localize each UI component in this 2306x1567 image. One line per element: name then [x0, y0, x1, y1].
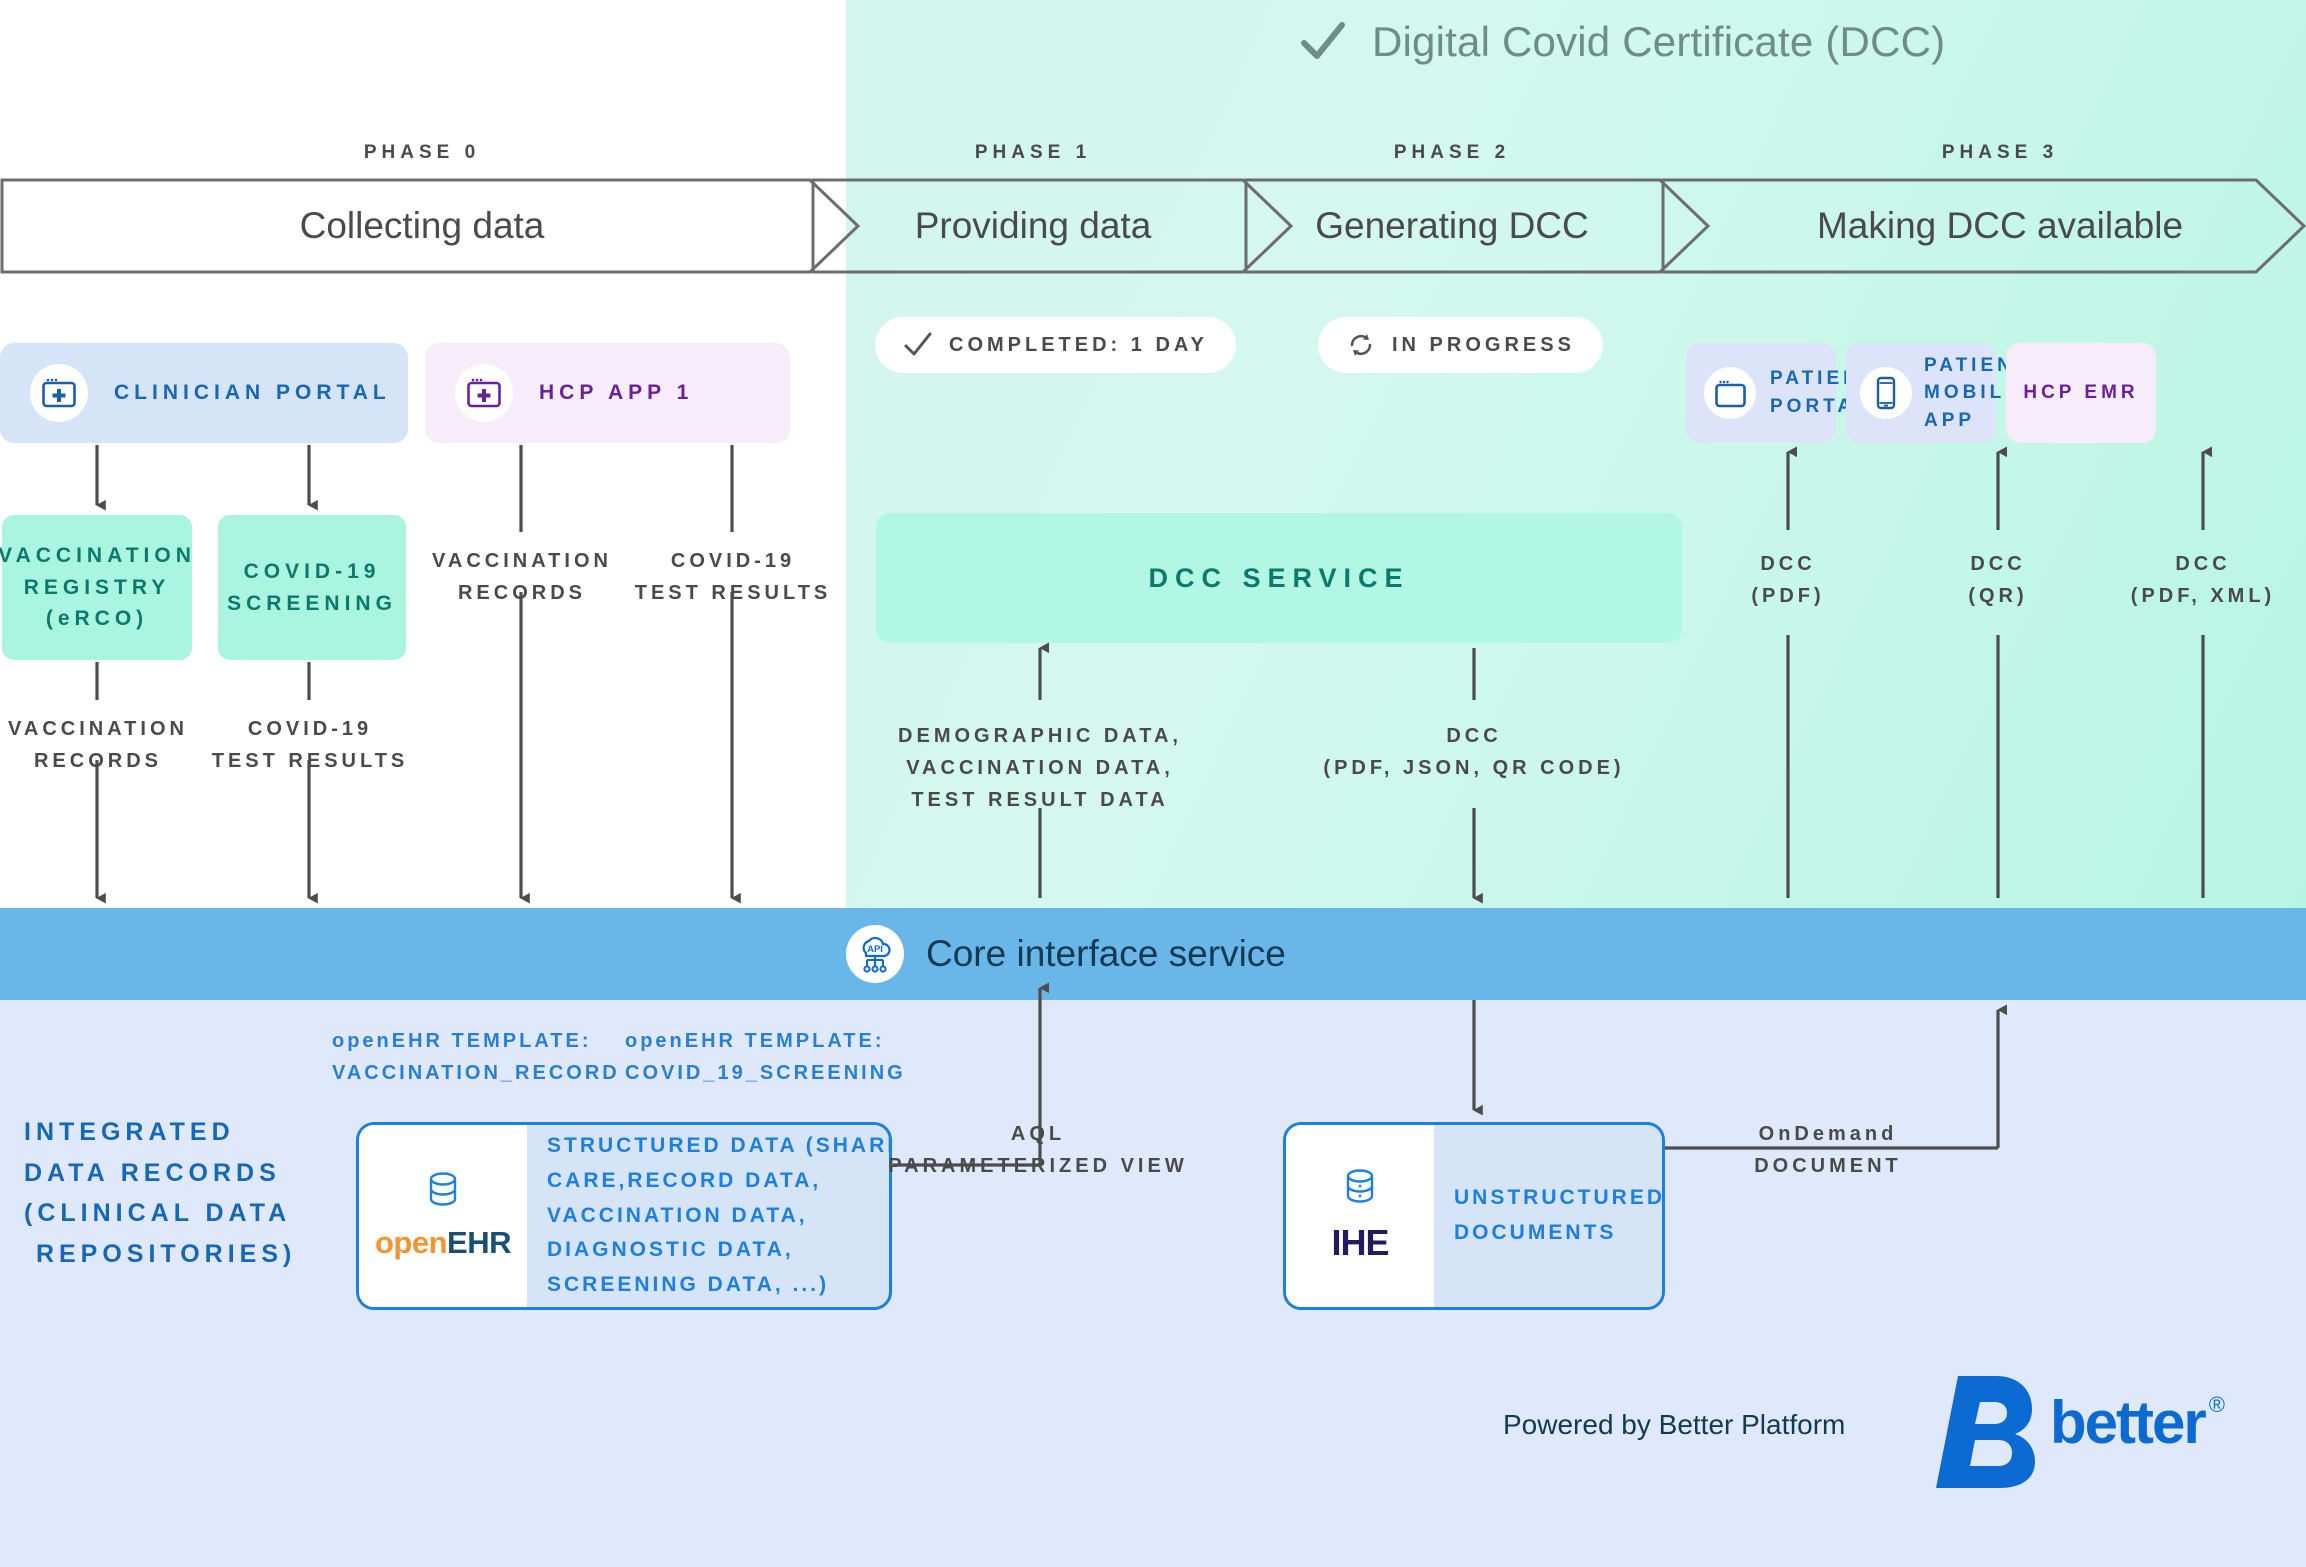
diagram-canvas: Digital Covid Certificate (DCC) PHASE 0 … — [0, 0, 2306, 1567]
powered-by-label: Powered by Better Platform — [1503, 1409, 1846, 1440]
browser-plus-icon — [455, 364, 513, 422]
phase-tag-0: PHASE 0 — [363, 142, 481, 163]
registry-covid-screening-label: COVID-19 SCREENING — [227, 560, 397, 615]
repository-ihe-text: UNSTRUCTURED DOCUMENTS — [1454, 1186, 1665, 1244]
diagram-title: Digital Covid Certificate (DCC) — [1300, 18, 1945, 66]
repository-openehr-logo: openEHR — [359, 1125, 527, 1307]
template-caption-vaccination-record: openEHR TEMPLATE: VACCINATION_RECORD — [332, 1030, 620, 1084]
app-card-patient-mobile-app[interactable]: PATIENT MOBILE APP — [1846, 343, 2026, 443]
database-icon — [1346, 1169, 1374, 1203]
flow-label-vaccination-records-registry: VACCINATION RECORDS — [8, 718, 188, 772]
repository-ihe-body: UNSTRUCTURED DOCUMENTS — [1434, 1125, 1665, 1307]
flow-label-covid-test-results-registry: COVID-19 TEST RESULTS — [211, 718, 409, 772]
core-interface-service-label: Core interface service — [926, 933, 1286, 974]
better-b-mark — [1922, 1372, 2042, 1497]
app-card-clinician-portal[interactable]: CLINICIAN PORTAL — [0, 343, 408, 443]
phase-tag-3: PHASE 3 — [1941, 142, 2059, 163]
flow-label-dcc-pdf-xml: DCC (PDF, XML) — [2130, 553, 2276, 607]
core-interface-service: API Core interface service — [846, 908, 1286, 1000]
status-label-in-progress: IN PROGRESS — [1392, 333, 1575, 356]
api-cloud-icon: API — [846, 925, 904, 983]
svg-text:API: API — [867, 944, 883, 955]
status-badge-in-progress: IN PROGRESS — [1318, 317, 1603, 373]
status-badge-completed: COMPLETED: 1 DAY — [875, 317, 1236, 373]
phase-tag-1: PHASE 1 — [974, 142, 1092, 163]
phase-tag-2: PHASE 2 — [1393, 142, 1511, 163]
better-wordmark-text: better — [2050, 1389, 2207, 1456]
openehr-logo-ehr: EHR — [447, 1225, 511, 1260]
registry-covid-screening: COVID-19 SCREENING — [218, 515, 406, 660]
repository-openehr-text: STRUCTURED DATA (SHARED CARE,RECORD DATA… — [547, 1134, 889, 1296]
flow-label-to-dcc-service: DEMOGRAPHIC DATA, VACCINATION DATA, TEST… — [898, 725, 1182, 811]
flow-label-dcc-pdf: DCC (PDF) — [1751, 553, 1825, 607]
check-icon — [904, 332, 932, 356]
check-icon — [1301, 22, 1345, 59]
repository-ihe-logo: IHE — [1286, 1125, 1434, 1307]
better-wordmark: better ® — [2050, 1388, 2225, 1457]
dcc-service-label: DCC SERVICE — [1148, 562, 1410, 593]
phase-name-1: Providing data — [914, 205, 1152, 246]
app-card-hcp-emr[interactable]: HCP EMR — [2006, 343, 2156, 443]
phase-name-0: Collecting data — [299, 205, 545, 246]
flow-label-dcc-qr: DCC (QR) — [1968, 553, 2028, 607]
database-icon — [429, 1172, 457, 1206]
refresh-icon — [1350, 334, 1372, 356]
app-card-hcp-app-1[interactable]: HCP APP 1 — [425, 343, 790, 443]
app-label-hcp-app-1: HCP APP 1 — [539, 380, 694, 404]
app-label-clinician-portal: CLINICIAN PORTAL — [114, 380, 391, 404]
repository-openehr: openEHR STRUCTURED DATA (SHARED CARE,REC… — [356, 1122, 892, 1310]
openehr-logo-open: open — [374, 1225, 448, 1260]
template-caption-covid-screening: openEHR TEMPLATE: COVID_19_SCREENING — [625, 1030, 906, 1084]
page-title: Digital Covid Certificate (DCC) — [1372, 18, 1946, 65]
phase-name-3: Making DCC available — [1816, 205, 2184, 246]
repository-ihe: IHE UNSTRUCTURED DOCUMENTS — [1283, 1122, 1665, 1310]
ihe-logo-text: IHE — [1331, 1222, 1389, 1263]
app-card-patient-portal[interactable]: PATIENT PORTAL — [1686, 343, 1872, 443]
idr-heading: INTEGRATED DATA RECORDS (CLINICAL DATA R… — [24, 1118, 297, 1268]
flow-label-from-dcc-service: DCC (PDF, JSON, QR CODE) — [1323, 725, 1625, 779]
flow-label-aql-parameterized-view: AQL PARAMETERIZED VIEW — [888, 1123, 1188, 1177]
repository-openehr-body: STRUCTURED DATA (SHARED CARE,RECORD DATA… — [527, 1125, 889, 1307]
flow-label-vaccination-records-hcp: VACCINATION RECORDS — [432, 550, 612, 604]
registered-mark: ® — [2208, 1392, 2225, 1417]
app-label-hcp-emr: HCP EMR — [2023, 382, 2139, 404]
phase-name-2: Generating DCC — [1315, 205, 1589, 246]
dcc-service-box: DCC SERVICE — [876, 513, 1682, 643]
browser-icon — [1704, 367, 1756, 419]
registry-vaccination-label: VACCINATION REGISTRY (eRCO) — [0, 544, 196, 631]
flow-label-ondemand-document: OnDemand DOCUMENT — [1754, 1123, 1902, 1177]
flow-label-covid-test-results-hcp: COVID-19 TEST RESULTS — [634, 550, 832, 604]
mobile-icon — [1860, 367, 1912, 419]
browser-plus-icon — [30, 364, 88, 422]
registry-vaccination: VACCINATION REGISTRY (eRCO) — [0, 515, 192, 660]
status-label-completed: COMPLETED: 1 DAY — [949, 333, 1208, 356]
